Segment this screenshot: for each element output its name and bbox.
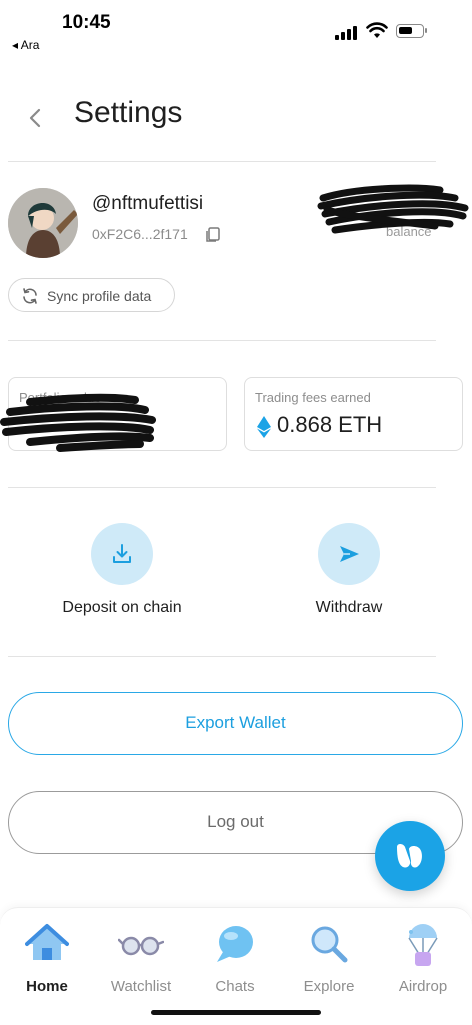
home-icon bbox=[0, 922, 94, 970]
page-title: Settings bbox=[74, 96, 183, 129]
sync-label: Sync profile data bbox=[47, 288, 152, 304]
redaction-scribble bbox=[0, 393, 156, 452]
wifi-icon bbox=[366, 22, 388, 38]
divider bbox=[8, 487, 436, 488]
status-bar: 10:45 ◂ Ara bbox=[0, 0, 472, 60]
deposit-icon-circle bbox=[91, 523, 153, 585]
deposit-label: Deposit on chain bbox=[62, 599, 182, 616]
chat-bubble-icon bbox=[188, 922, 282, 970]
fees-label: Trading fees earned bbox=[255, 390, 371, 405]
nav-home[interactable]: Home bbox=[0, 922, 94, 995]
wallet-address: 0xF2C6...2f171 bbox=[92, 226, 188, 242]
glasses-icon bbox=[94, 922, 188, 970]
divider bbox=[8, 161, 436, 162]
battery-icon bbox=[396, 24, 427, 38]
refresh-icon bbox=[23, 288, 37, 304]
send-icon bbox=[340, 546, 359, 562]
status-time: 10:45 bbox=[62, 12, 111, 33]
withdraw-button[interactable]: Withdraw bbox=[249, 523, 449, 617]
back-to-app-link[interactable]: ◂ Ara bbox=[12, 38, 39, 52]
nav-watchlist[interactable]: Watchlist bbox=[94, 922, 188, 995]
nav-chats-label: Chats bbox=[215, 978, 255, 995]
nav-watchlist-label: Watchlist bbox=[110, 978, 172, 995]
parachute-icon bbox=[376, 922, 470, 970]
avatar bbox=[8, 188, 78, 258]
home-indicator bbox=[151, 1010, 321, 1015]
copy-icon[interactable] bbox=[204, 225, 222, 243]
sync-profile-button[interactable]: Sync profile data bbox=[8, 278, 175, 312]
nav-explore-label: Explore bbox=[303, 978, 355, 995]
nav-explore[interactable]: Explore bbox=[282, 922, 376, 995]
nav-chats[interactable]: Chats bbox=[188, 922, 282, 995]
username: @nftmufettisi bbox=[92, 193, 204, 214]
cellular-signal-icon bbox=[335, 26, 357, 40]
export-wallet-button[interactable]: Export Wallet bbox=[8, 692, 463, 755]
divider bbox=[8, 340, 436, 341]
trading-fees-card: Trading fees earned 0.868 ETH bbox=[244, 377, 463, 451]
withdraw-label: Withdraw bbox=[315, 599, 383, 616]
back-button[interactable] bbox=[24, 105, 48, 131]
chat-fab-button[interactable] bbox=[375, 821, 445, 891]
download-icon bbox=[113, 544, 131, 563]
nav-airdrop[interactable]: Airdrop bbox=[376, 922, 470, 995]
bottom-nav: Home Watchlist Chats Explore Airdrop bbox=[0, 907, 472, 1025]
nav-airdrop-label: Airdrop bbox=[398, 978, 448, 995]
fees-value: 0.868 ETH bbox=[277, 412, 383, 437]
deposit-on-chain-button[interactable]: Deposit on chain bbox=[22, 523, 222, 617]
magnifier-icon bbox=[282, 922, 376, 970]
eth-icon bbox=[257, 416, 271, 438]
brand-logo-icon bbox=[397, 844, 422, 868]
withdraw-icon-circle bbox=[318, 523, 380, 585]
divider bbox=[8, 656, 436, 657]
nav-home-label: Home bbox=[26, 978, 68, 995]
redaction-scribble bbox=[317, 184, 469, 234]
